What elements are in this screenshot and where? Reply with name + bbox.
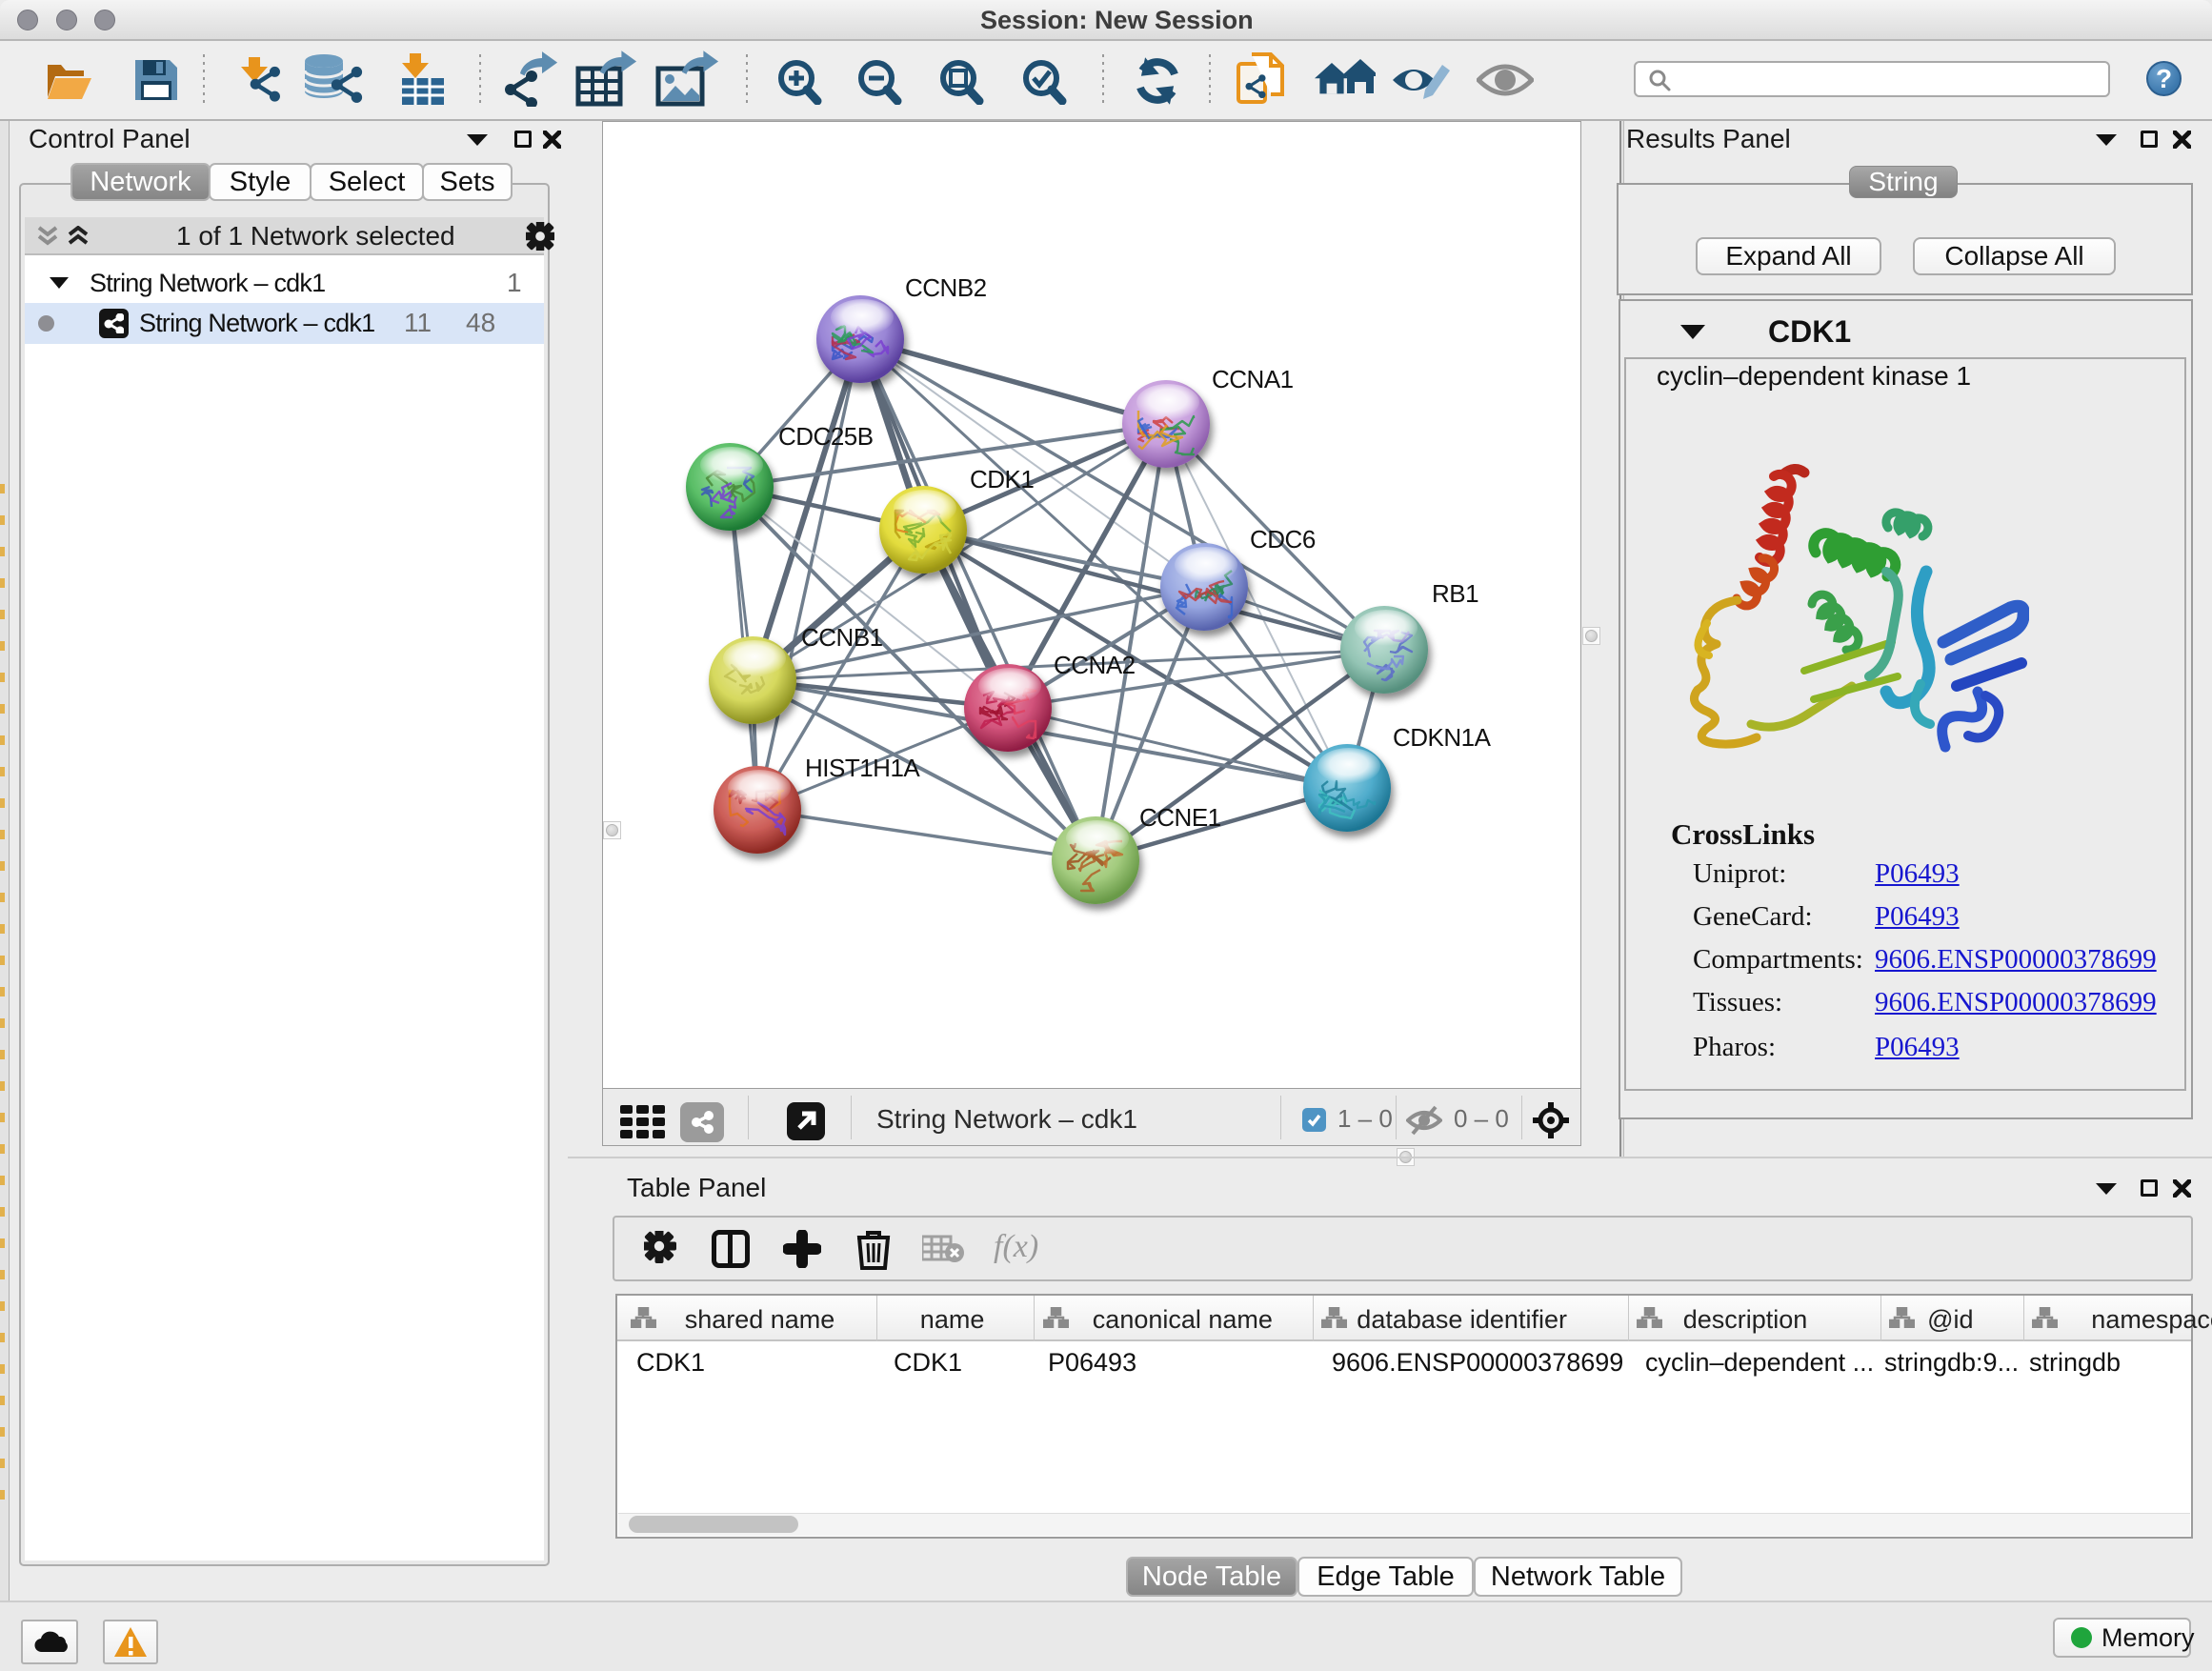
svg-text:CDKN1A: CDKN1A	[1393, 723, 1492, 752]
svg-text:CCNB1: CCNB1	[801, 623, 883, 652]
svg-text:HIST1H1A: HIST1H1A	[805, 754, 920, 782]
svg-text:RB1: RB1	[1432, 579, 1478, 608]
svg-text:CDC6: CDC6	[1250, 525, 1316, 554]
svg-text:CCNA2: CCNA2	[1054, 651, 1136, 679]
svg-text:CDK1: CDK1	[970, 465, 1034, 493]
svg-text:CCNB2: CCNB2	[905, 273, 987, 302]
svg-text:CCNA1: CCNA1	[1212, 365, 1294, 393]
svg-text:CCNE1: CCNE1	[1139, 803, 1221, 832]
svg-text:CDC25B: CDC25B	[778, 422, 874, 451]
